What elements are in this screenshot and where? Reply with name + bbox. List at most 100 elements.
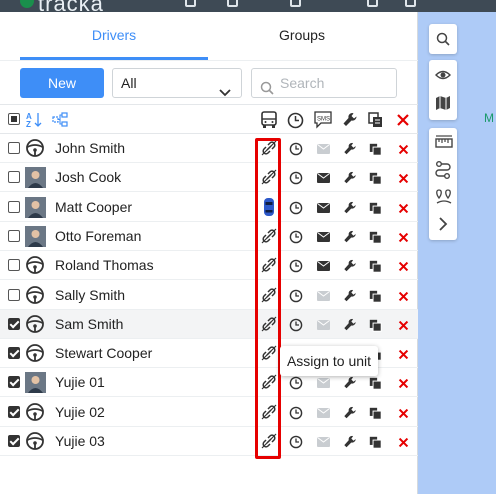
clock-icon[interactable]: [289, 289, 305, 305]
link-off-icon[interactable]: [261, 140, 277, 156]
mail-icon[interactable]: [317, 173, 333, 189]
map-search-control[interactable]: [429, 24, 457, 54]
delete-x-icon[interactable]: [398, 378, 414, 394]
driver-name[interactable]: Otto Foreman: [55, 228, 141, 244]
copy-icon[interactable]: [369, 172, 385, 188]
copy-icon[interactable]: [369, 377, 385, 393]
delete-x-icon[interactable]: [398, 261, 414, 277]
copy-icon[interactable]: [369, 143, 385, 159]
row-checkbox[interactable]: [8, 142, 20, 154]
driver-name[interactable]: Sam Smith: [55, 316, 123, 332]
table-row[interactable]: John Smith: [0, 134, 418, 163]
wrench-icon[interactable]: [343, 435, 359, 451]
select-all-checkbox[interactable]: [8, 113, 20, 125]
driver-name[interactable]: Yujie 02: [55, 404, 105, 420]
clock-icon[interactable]: [289, 142, 305, 158]
mail-icon[interactable]: [317, 378, 333, 394]
row-checkbox[interactable]: [8, 288, 20, 301]
clock-icon[interactable]: [289, 318, 305, 334]
topbar-icon[interactable]: [227, 0, 238, 7]
table-row[interactable]: Sally Smith: [0, 281, 418, 310]
topbar-icon[interactable]: [185, 0, 196, 7]
driver-name[interactable]: Yujie 03: [55, 433, 105, 449]
wrench-icon[interactable]: [342, 112, 358, 128]
delete-x-icon[interactable]: [398, 203, 414, 219]
clock-icon[interactable]: [289, 171, 305, 187]
mail-icon[interactable]: [317, 261, 333, 277]
tab-groups[interactable]: Groups: [208, 12, 396, 60]
row-checkbox[interactable]: [8, 435, 20, 447]
new-button[interactable]: New: [20, 68, 104, 98]
link-off-icon[interactable]: [261, 257, 277, 273]
delete-x-icon[interactable]: [398, 291, 414, 307]
row-checkbox[interactable]: [8, 200, 20, 213]
table-row[interactable]: Josh Cook: [0, 163, 418, 193]
points-icon[interactable]: [435, 188, 452, 204]
clock-icon[interactable]: [287, 112, 304, 129]
copy-icon[interactable]: [369, 231, 385, 247]
link-off-icon[interactable]: [261, 287, 277, 303]
delete-x-icon[interactable]: [398, 232, 414, 248]
wrench-icon[interactable]: [343, 230, 359, 246]
driver-name[interactable]: Matt Cooper: [55, 199, 132, 215]
mail-icon[interactable]: [317, 290, 333, 307]
row-checkbox[interactable]: [8, 259, 20, 272]
clock-icon[interactable]: [289, 230, 305, 246]
tab-drivers[interactable]: Drivers: [20, 12, 208, 60]
ruler-icon[interactable]: [435, 134, 453, 150]
link-off-icon[interactable]: [261, 404, 277, 420]
delete-x-icon[interactable]: [398, 320, 414, 336]
mail-icon[interactable]: [317, 437, 333, 453]
table-row[interactable]: Roland Thomas: [0, 251, 418, 281]
topbar-icon[interactable]: [290, 0, 301, 7]
delete-x-icon[interactable]: [398, 408, 414, 424]
delete-x-icon[interactable]: [398, 144, 414, 160]
sort-az-icon[interactable]: AZ: [26, 111, 42, 129]
wrench-icon[interactable]: [343, 406, 359, 422]
link-off-icon[interactable]: [261, 374, 277, 390]
row-checkbox[interactable]: [8, 171, 20, 184]
mail-icon[interactable]: [317, 144, 333, 160]
link-off-icon[interactable]: [261, 316, 277, 332]
driver-name[interactable]: John Smith: [55, 140, 125, 156]
clock-icon[interactable]: [289, 376, 305, 392]
sms-icon[interactable]: SMS: [313, 111, 332, 129]
wrench-icon[interactable]: [343, 201, 359, 217]
wrench-icon[interactable]: [343, 171, 359, 187]
clock-icon[interactable]: [289, 201, 305, 217]
chevron-right-icon[interactable]: [435, 216, 451, 232]
delete-x-icon[interactable]: [396, 113, 412, 129]
row-checkbox[interactable]: [8, 347, 20, 360]
table-row[interactable]: Yujie 03: [0, 427, 418, 456]
link-off-icon[interactable]: [261, 169, 277, 185]
copy-icon[interactable]: [369, 436, 385, 452]
wrench-icon[interactable]: [343, 259, 359, 275]
link-off-icon[interactable]: [261, 345, 277, 361]
car-icon[interactable]: [263, 197, 279, 216]
table-row[interactable]: Yujie 02: [0, 398, 418, 427]
table-row[interactable]: Matt Cooper: [0, 193, 418, 222]
driver-name[interactable]: Yujie 01: [55, 374, 105, 390]
row-checkbox[interactable]: [8, 405, 20, 418]
driver-name[interactable]: Sally Smith: [55, 287, 125, 303]
row-checkbox[interactable]: [8, 317, 20, 330]
group-icon[interactable]: [52, 112, 68, 128]
copy-icon[interactable]: [369, 407, 385, 423]
topbar-icon[interactable]: [405, 0, 416, 7]
delete-x-icon[interactable]: [398, 437, 414, 453]
topbar-icon[interactable]: [367, 0, 378, 7]
driver-name[interactable]: Josh Cook: [55, 169, 121, 185]
clock-icon[interactable]: [289, 406, 305, 422]
link-off-icon[interactable]: [261, 433, 277, 449]
mail-icon[interactable]: [317, 231, 333, 248]
mail-icon[interactable]: [317, 319, 333, 336]
copy-icon[interactable]: [369, 319, 385, 335]
unit-bus-icon[interactable]: [260, 111, 277, 128]
wrench-icon[interactable]: [343, 289, 359, 305]
delete-x-icon[interactable]: [398, 349, 414, 365]
copy-icon[interactable]: [368, 112, 384, 128]
table-row[interactable]: Sam Smith: [0, 309, 418, 339]
clock-icon[interactable]: [289, 435, 305, 451]
mail-icon[interactable]: [317, 407, 333, 424]
wrench-icon[interactable]: [343, 142, 359, 158]
